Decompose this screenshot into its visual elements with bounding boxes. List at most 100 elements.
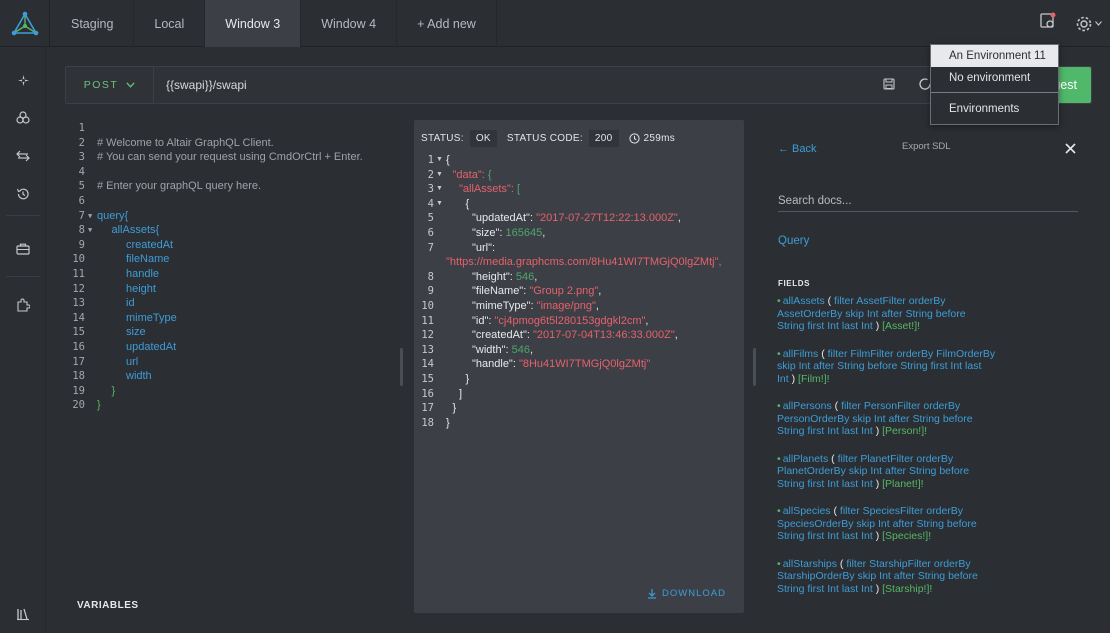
fold-toggle-icon[interactable]: ▼ [88, 212, 92, 220]
line-number: 13 [421, 343, 434, 356]
result-code-text: "fileName": "Group 2.png", [472, 285, 602, 298]
field-arg: Int [950, 360, 963, 372]
fold-toggle-icon[interactable]: ▼ [436, 156, 443, 163]
dropdown-divider [931, 92, 1058, 93]
set-variables-icon[interactable] [13, 146, 33, 166]
fields-heading: FIELDS [778, 279, 811, 288]
history-icon[interactable] [13, 184, 33, 204]
field-arg: SpeciesOrderBy [777, 517, 854, 530]
settings-gear-icon[interactable] [1075, 15, 1102, 33]
field-arg: after [881, 307, 903, 320]
field-arg: StarshipFilter [869, 557, 931, 570]
env-item-no-environment[interactable]: No environment [931, 67, 1058, 89]
json-value: "Group 2.png" [529, 285, 599, 298]
field-arg: Int [861, 425, 873, 437]
variables-header[interactable]: VARIABLES [77, 600, 139, 611]
sidebar-divider [6, 215, 40, 216]
query-type-link[interactable]: Query [778, 235, 809, 247]
result-code-text: "mimeType": "image/png", [472, 300, 599, 312]
query-code-text: handle [126, 268, 160, 280]
field-arg: String [917, 570, 946, 582]
result-code-text: "data": { [453, 169, 492, 181]
query-editor[interactable]: 1 2 # Welcome to Altair GraphQL Client. 3 # … [65, 122, 400, 422]
field-arg: first [807, 425, 825, 437]
field-arg: Int [777, 372, 789, 385]
line-number: 10 [421, 300, 434, 312]
environment-settings-icon[interactable] [1039, 12, 1057, 35]
fold-toggle-icon[interactable]: ▼ [436, 200, 443, 207]
sidebar [0, 47, 46, 633]
field-arg: String [777, 530, 805, 542]
docs-field-allstarships[interactable]: • allStarships ( filter StarshipFilter or… [777, 558, 1017, 596]
json-key: "height": [472, 270, 516, 283]
fold-toggle-icon[interactable]: ▼ [88, 226, 92, 234]
field-name: allFilms [782, 347, 819, 360]
add-new-tab-button[interactable]: + Add new [397, 0, 497, 47]
docs-field-allfilms[interactable]: • allFilms ( filter FilmFilter orderBy Fi… [777, 348, 1017, 386]
tab-staging[interactable]: Staging [51, 0, 135, 47]
fold-toggle-icon[interactable]: ▼ [436, 171, 443, 178]
tab-window-3[interactable]: Window 3 [205, 0, 302, 47]
export-sdl-link[interactable]: Export SDL [902, 141, 951, 152]
json-value: 546 [515, 270, 535, 283]
close-docs-icon[interactable] [1065, 141, 1076, 159]
field-arg: SpeciesFilter [862, 505, 924, 517]
save-icon[interactable] [883, 77, 895, 95]
result-code-text: } [452, 402, 457, 415]
field-arg: Int [798, 360, 811, 372]
field-name: allPersons [782, 400, 832, 412]
docs-field-allplanets[interactable]: • allPlanets ( filter PlanetFilter orderB… [777, 453, 1017, 491]
query-code-text: # Enter your graphQL query here. [97, 180, 262, 193]
query-code-text: fileName [126, 253, 170, 266]
line-number: 9 [427, 285, 434, 298]
tab-window-4[interactable]: Window 4 [301, 0, 398, 47]
bullet-icon: • [777, 557, 781, 570]
tab-local[interactable]: Local [134, 0, 206, 47]
field-arg: String [912, 412, 940, 425]
download-result-button[interactable]: DOWNLOAD [647, 588, 726, 599]
env-item-an-environment-11[interactable]: An Environment 11 [931, 45, 1058, 67]
line-number: 5 [78, 180, 85, 193]
field-arg: before [946, 517, 977, 530]
compress-query-icon[interactable] [13, 107, 33, 127]
result-resize-handle[interactable] [753, 348, 756, 386]
field-arg: String [777, 582, 805, 595]
url-input[interactable] [166, 76, 766, 94]
field-arg: orderBy [916, 452, 954, 465]
fold-toggle-icon[interactable]: ▼ [436, 185, 443, 192]
line-number: 17 [421, 402, 434, 415]
prettify-icon[interactable] [13, 70, 33, 90]
result-code-text: "https://media.graphcms.com/8Hu41WI7TMGj… [446, 256, 722, 269]
field-arg: Int [827, 530, 839, 542]
field-arg: Int [861, 320, 873, 332]
docs-field-allpersons[interactable]: • allPersons ( filter PersonFilter orderB… [777, 400, 1017, 438]
field-arg: Int [861, 477, 873, 490]
field-arg: Int [873, 412, 886, 425]
field-arg: last [965, 360, 982, 372]
docs-back-link[interactable]: ← Back [778, 143, 817, 155]
plugins-icon[interactable] [13, 295, 33, 315]
altair-logo-icon[interactable] [0, 0, 50, 47]
docs-field-allassets[interactable]: • allAssets ( filter AssetFilter orderBy … [777, 295, 1017, 333]
field-name: allSpecies [782, 505, 831, 517]
collections-icon[interactable] [13, 239, 33, 259]
line-number: 16 [421, 387, 434, 400]
env-item-environments[interactable]: Environments [931, 98, 1058, 120]
docs-field-allspecies[interactable]: • allSpecies ( filter SpeciesFilter order… [777, 505, 1017, 543]
method-selector[interactable]: POST [66, 67, 154, 103]
environment-dropdown: An Environment 11 No environment Environ… [930, 44, 1059, 125]
field-arg: Int [866, 307, 879, 320]
json-key: "width": [472, 343, 512, 356]
editor-resize-handle[interactable] [400, 348, 403, 386]
field-arg: PersonFilter [863, 400, 921, 412]
search-docs-input[interactable] [778, 190, 1078, 212]
field-arg: first [930, 360, 948, 372]
field-return-type: [Person!]! [882, 425, 928, 437]
field-arg: first [807, 530, 825, 542]
clock-icon [628, 132, 640, 144]
line-number: 17 [72, 355, 85, 368]
json-key: "fileName": [472, 285, 530, 298]
docs-library-icon[interactable] [13, 604, 33, 624]
json-key: "allAssets": [459, 183, 517, 196]
json-key: "id": [472, 314, 495, 327]
